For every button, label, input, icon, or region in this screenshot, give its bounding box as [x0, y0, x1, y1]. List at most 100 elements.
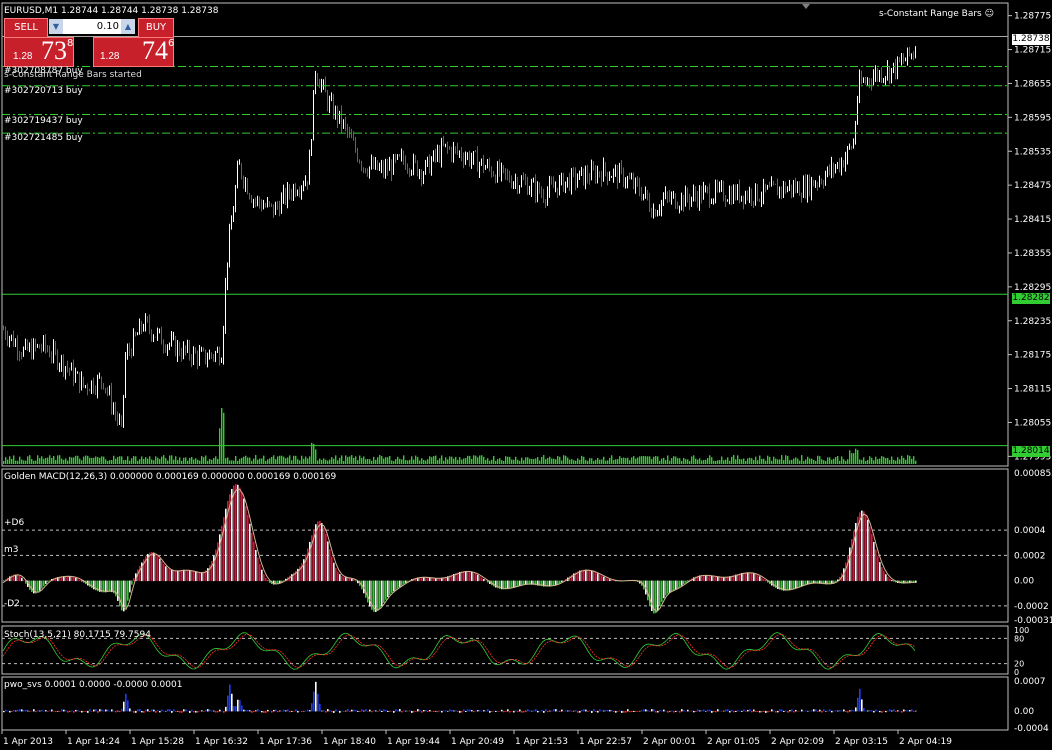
pwo-bar — [185, 709, 187, 712]
pwo-bar — [683, 710, 685, 712]
pwo-bar — [491, 710, 493, 712]
pwo-bar — [145, 709, 147, 712]
macd-bar — [353, 579, 355, 582]
pwo-bar — [349, 710, 351, 712]
macd-bar — [481, 577, 483, 582]
macd-bar — [335, 567, 337, 582]
sell-price-box[interactable]: 1.28 73 8 — [4, 36, 74, 67]
volume-bar — [279, 455, 281, 464]
macd-bar — [657, 580, 659, 611]
volume-bar — [387, 457, 389, 464]
volume-bar — [639, 456, 641, 464]
volume-bar — [821, 459, 823, 464]
buy-price-box[interactable]: 1.28 74 6 — [93, 36, 174, 67]
pwo-bar — [173, 709, 175, 712]
pwo-bar — [285, 710, 287, 712]
volume-bar — [841, 456, 843, 464]
pwo-bar — [627, 709, 629, 712]
order-label-2[interactable]: #302720713 buy — [4, 86, 83, 97]
volume-bar — [45, 458, 47, 464]
volume-bar — [819, 456, 821, 464]
pwo-bar — [547, 710, 549, 713]
volume-bar — [89, 457, 91, 464]
macd-bar — [599, 574, 601, 582]
pwo-bar — [449, 709, 451, 712]
chevron-up-icon[interactable]: ▲ — [121, 19, 135, 34]
pwo-bar — [277, 710, 279, 713]
sell-button[interactable]: SELL — [4, 18, 48, 38]
volume-bar — [221, 408, 223, 464]
order-label-4[interactable]: #302721485 buy — [4, 133, 83, 144]
pwo-bar — [151, 709, 153, 712]
pwo-bar — [327, 709, 329, 712]
volume-bar — [693, 455, 695, 464]
pwo-bar — [775, 710, 777, 713]
pwo-bar — [51, 709, 53, 712]
macd-bar — [609, 579, 611, 582]
volume-bar — [21, 459, 23, 464]
pwo-bar — [701, 710, 703, 712]
volume-bar — [859, 459, 861, 464]
pwo-bar — [275, 709, 277, 712]
pwo-bar — [587, 710, 589, 712]
pwo-bar — [839, 710, 841, 712]
order-label-3[interactable]: #302719437 buy — [4, 116, 83, 127]
macd-bar — [683, 580, 685, 585]
volume-bar — [805, 459, 807, 464]
panel-frame-0 — [1, 2, 1009, 467]
pwo-bar — [223, 710, 225, 713]
pwo-bar — [529, 710, 531, 712]
volume-bar — [253, 458, 255, 464]
pwo-bar — [873, 710, 875, 713]
lot-size-field[interactable]: ▼ 0.10 ▲ — [49, 19, 135, 34]
volume-bar — [13, 455, 15, 464]
volume-bar — [567, 457, 569, 464]
buy-button[interactable]: BUY — [138, 18, 174, 38]
pwo-bar — [213, 710, 215, 712]
chart-canvas[interactable]: 1.28775 1.28715 1.28655 1.28595 1.28535 1.284… — [0, 0, 1052, 750]
macd-bar — [3, 580, 5, 582]
macd-bar — [329, 549, 331, 582]
pwo-bar — [867, 710, 869, 712]
volume-bar — [849, 450, 851, 464]
macd-level-m3: m3 — [4, 545, 19, 555]
volume-bar — [61, 458, 63, 464]
pwo-bar — [773, 710, 775, 712]
pwo-bar — [249, 710, 251, 712]
volume-bar — [381, 456, 383, 464]
volume-bar — [505, 456, 507, 464]
volume-bar — [455, 456, 457, 464]
volume-bar — [297, 459, 299, 464]
lot-size-value[interactable]: 0.10 — [97, 19, 119, 34]
volume-bar — [317, 460, 319, 464]
volume-bar — [195, 458, 197, 464]
volume-bar — [511, 459, 513, 464]
pwo-bar — [483, 710, 485, 712]
pwo-bar — [519, 709, 521, 712]
pwo-bar — [261, 710, 263, 713]
volume-bar — [225, 458, 227, 464]
macd-bar — [485, 580, 487, 582]
volume-bar — [101, 456, 103, 464]
macd-bar — [585, 569, 587, 582]
volume-bar — [603, 456, 605, 464]
volume-bar — [393, 460, 395, 464]
pwo-bar — [777, 710, 779, 713]
macd-bar — [427, 577, 429, 582]
macd-bar — [511, 580, 513, 589]
pwo-bar — [417, 709, 419, 712]
pwo-bar — [865, 710, 867, 712]
volume-bar — [529, 458, 531, 464]
volume-bar — [561, 460, 563, 464]
pwo-bar — [15, 710, 17, 712]
pwo-bar — [541, 709, 543, 712]
chevron-down-icon[interactable]: ▼ — [49, 19, 63, 34]
volume-bar — [867, 459, 869, 464]
pwo-bar — [259, 710, 261, 712]
volume-bar — [913, 456, 915, 464]
macd-bar — [317, 521, 319, 582]
pwo-bar — [837, 710, 839, 712]
volume-bar — [587, 460, 589, 464]
volume-bar — [757, 460, 759, 464]
volume-bar — [201, 456, 203, 464]
